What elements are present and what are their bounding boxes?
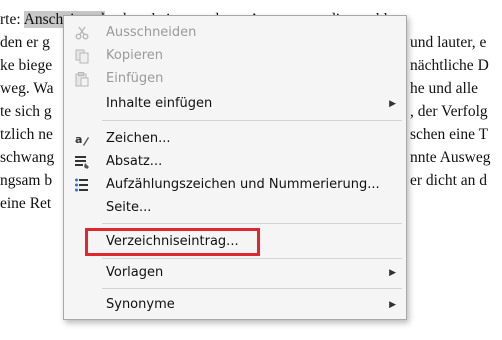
menu-item-label: Aufzählungszeichen und Nummerierung...: [106, 177, 380, 192]
menu-item-bullets-numbering[interactable]: Aufzählungszeichen und Nummerierung...: [64, 174, 406, 196]
document-line: eine Ret: [0, 195, 52, 212]
menu-item-paste-special[interactable]: Inhalte einfügen ▶: [64, 93, 406, 115]
scissors-icon: [75, 26, 89, 40]
copy-icon: [75, 49, 89, 64]
menu-item-label: Seite...: [106, 200, 152, 215]
document-line: nnte Ausweg: [410, 149, 491, 166]
document-line: tzlich ne: [0, 126, 53, 143]
document-line: te sich g: [0, 103, 52, 120]
document-line: und lauter, e: [410, 34, 487, 51]
submenu-arrow-icon: ▶: [389, 268, 396, 278]
menu-item-paragraph[interactable]: Absatz...: [64, 151, 406, 173]
menu-item-label: Kopieren: [106, 48, 163, 63]
submenu-arrow-icon: ▶: [389, 300, 396, 310]
bullets-numbering-icon: [75, 178, 88, 192]
paste-icon: [75, 72, 89, 87]
paragraph-icon: [75, 156, 89, 169]
menu-item-label: Einfügen: [106, 71, 164, 86]
document-line: ke biege: [0, 57, 53, 74]
menu-item-label: Vorlagen: [106, 265, 164, 280]
menu-item-label: Synonyme: [106, 297, 175, 312]
document-line: er dicht an d: [410, 172, 488, 189]
menu-item-label: Zeichen...: [106, 131, 171, 146]
document-line: nächtliche D: [410, 57, 489, 74]
document-line: weg. Wa: [0, 80, 54, 97]
annotation-highlight-box: [85, 228, 260, 256]
document-line: , der Verfolg: [410, 103, 488, 120]
submenu-arrow-icon: ▶: [389, 99, 396, 109]
menu-item-paste[interactable]: Einfügen: [64, 68, 406, 90]
document-line: schen eine T: [410, 126, 489, 143]
menu-separator: [102, 223, 402, 224]
menu-item-copy[interactable]: Kopieren: [64, 45, 406, 67]
menu-item-character[interactable]: a Zeichen...: [64, 128, 406, 150]
menu-item-label: Ausschneiden: [106, 25, 197, 40]
menu-item-label: Inhalte einfügen: [106, 96, 213, 111]
document-line: schwang: [0, 149, 55, 166]
menu-item-label: Absatz...: [106, 154, 163, 169]
context-menu: Ausschneiden Kopieren Einfügen Inhalte e…: [63, 15, 407, 320]
menu-item-page[interactable]: Seite...: [64, 197, 406, 219]
svg-text:a: a: [75, 133, 82, 146]
character-icon: a: [75, 133, 89, 146]
document-line: den er g: [0, 34, 50, 51]
document-line: ngsam b: [0, 172, 53, 189]
document-line: he und alle: [410, 80, 479, 97]
menu-item-cut[interactable]: Ausschneiden: [64, 22, 406, 44]
menu-separator: [102, 120, 402, 121]
menu-item-synonyms[interactable]: Synonyme ▶: [64, 294, 406, 316]
menu-separator: [102, 288, 402, 289]
menu-separator: [102, 258, 402, 259]
menu-item-templates[interactable]: Vorlagen ▶: [64, 262, 406, 284]
